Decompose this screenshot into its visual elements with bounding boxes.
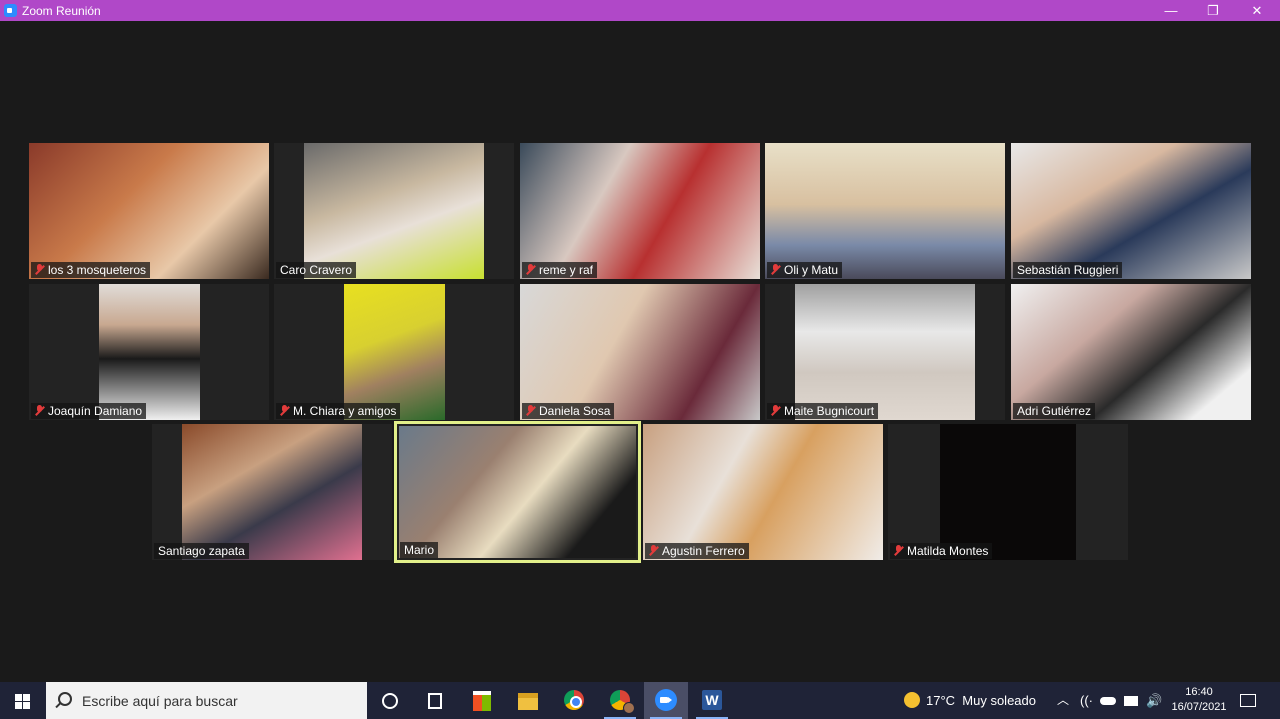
sun-icon: [904, 692, 920, 708]
participant-tile[interactable]: Agustin Ferrero: [643, 424, 883, 560]
file-explorer-button[interactable]: [506, 682, 550, 719]
participant-tile[interactable]: Joaquín Damiano: [29, 284, 269, 420]
participant-name-label: reme y raf: [522, 262, 598, 278]
participant-name-label: Daniela Sosa: [522, 403, 615, 419]
clock-time: 16:40: [1185, 686, 1213, 698]
weather-temperature: 17°C: [926, 693, 956, 708]
participant-name-label: Oli y Matu: [767, 262, 843, 278]
participant-name-label: Joaquín Damiano: [31, 403, 147, 419]
word-button[interactable]: W: [690, 682, 734, 719]
onedrive-icon[interactable]: [1100, 682, 1116, 719]
mic-muted-icon: [771, 264, 780, 275]
minimize-button[interactable]: —: [1148, 0, 1194, 21]
task-view-icon: [428, 693, 442, 709]
participant-tile[interactable]: Sebastián Ruggieri: [1011, 143, 1251, 279]
store-bag-icon: [473, 691, 491, 711]
participant-video: [765, 143, 1005, 279]
clock-date: 16/07/2021: [1171, 701, 1227, 713]
mic-muted-icon: [35, 264, 44, 275]
participant-video: [182, 424, 362, 560]
zoom-app-icon: [4, 4, 17, 17]
participant-tile[interactable]: los 3 mosqueteros: [29, 143, 269, 279]
windows-taskbar: Escribe aquí para buscar W 17°C Muy sole…: [0, 682, 1280, 719]
cortana-button[interactable]: [368, 682, 412, 719]
mic-muted-icon: [35, 405, 44, 416]
mic-muted-icon: [526, 264, 535, 275]
participant-name-label: Agustin Ferrero: [645, 543, 749, 559]
participant-tile[interactable]: M. Chiara y amigos: [274, 284, 514, 420]
participant-video: [1011, 284, 1251, 420]
wifi-icon[interactable]: ((·: [1080, 682, 1093, 719]
word-icon: W: [702, 690, 722, 710]
task-view-button[interactable]: [412, 682, 456, 719]
participant-name-label: Caro Cravero: [276, 262, 357, 278]
notifications-icon[interactable]: [1240, 682, 1258, 719]
close-button[interactable]: ✕: [1234, 0, 1280, 21]
participant-video: [399, 426, 636, 558]
volume-icon[interactable]: 🔊: [1146, 682, 1162, 719]
participant-video: [1011, 143, 1251, 279]
maximize-button[interactable]: ❐: [1190, 0, 1236, 21]
participant-name-label: Mario: [400, 542, 439, 558]
folder-icon: [518, 693, 538, 710]
participant-name-label: los 3 mosqueteros: [31, 262, 151, 278]
mic-muted-icon: [649, 545, 658, 556]
battery-icon[interactable]: [1124, 682, 1138, 719]
participant-name-label: M. Chiara y amigos: [276, 403, 401, 419]
search-placeholder: Escribe aquí para buscar: [82, 693, 238, 709]
participant-tile[interactable]: Santiago zapata: [152, 424, 392, 560]
participant-tile[interactable]: Daniela Sosa: [520, 284, 760, 420]
participant-name-label: Adri Gutiérrez: [1013, 403, 1096, 419]
participant-tile[interactable]: Oli y Matu: [765, 143, 1005, 279]
cortana-circle-icon: [382, 693, 398, 709]
search-icon: [58, 692, 72, 706]
participant-video: [795, 284, 975, 420]
mic-muted-icon: [526, 405, 535, 416]
participant-video: [29, 143, 269, 279]
participant-video: [940, 424, 1076, 560]
participant-tile[interactable]: reme y raf: [520, 143, 760, 279]
title-bar: Zoom Reunión — ❐ ✕: [0, 0, 1280, 21]
chevron-up-icon[interactable]: ︿: [1056, 682, 1070, 719]
participant-name-label: Santiago zapata: [154, 543, 249, 559]
participant-name-label: Maite Bugnicourt: [767, 403, 879, 419]
participant-video: [99, 284, 200, 420]
start-button[interactable]: [0, 682, 44, 719]
participant-video: [520, 143, 760, 279]
chrome-button[interactable]: [552, 682, 596, 719]
system-clock[interactable]: 16:40 16/07/2021: [1166, 685, 1232, 715]
participant-tile[interactable]: Caro Cravero: [274, 143, 514, 279]
zoom-taskbar-button[interactable]: [644, 682, 688, 719]
windows-logo-icon: [15, 694, 22, 701]
participant-video: [344, 284, 445, 420]
participant-video: [304, 143, 484, 279]
mic-muted-icon: [280, 405, 289, 416]
mic-muted-icon: [894, 545, 903, 556]
weather-description: Muy soleado: [962, 693, 1036, 708]
participant-tile[interactable]: Maite Bugnicourt: [765, 284, 1005, 420]
taskbar-search-input[interactable]: Escribe aquí para buscar: [46, 682, 367, 719]
mic-muted-icon: [771, 405, 780, 416]
participant-tile[interactable]: Matilda Montes: [888, 424, 1128, 560]
participant-tile[interactable]: Adri Gutiérrez: [1011, 284, 1251, 420]
participant-name-label: Sebastián Ruggieri: [1013, 262, 1123, 278]
microsoft-store-button[interactable]: [460, 682, 504, 719]
chrome-profile-button[interactable]: [598, 682, 642, 719]
participant-name-label: Matilda Montes: [890, 543, 993, 559]
participant-video: [520, 284, 760, 420]
participant-video: [643, 424, 883, 560]
window-title: Zoom Reunión: [22, 4, 101, 18]
active-speaker-tile[interactable]: Mario: [394, 421, 641, 563]
weather-widget[interactable]: 17°C Muy soleado: [904, 682, 1036, 719]
